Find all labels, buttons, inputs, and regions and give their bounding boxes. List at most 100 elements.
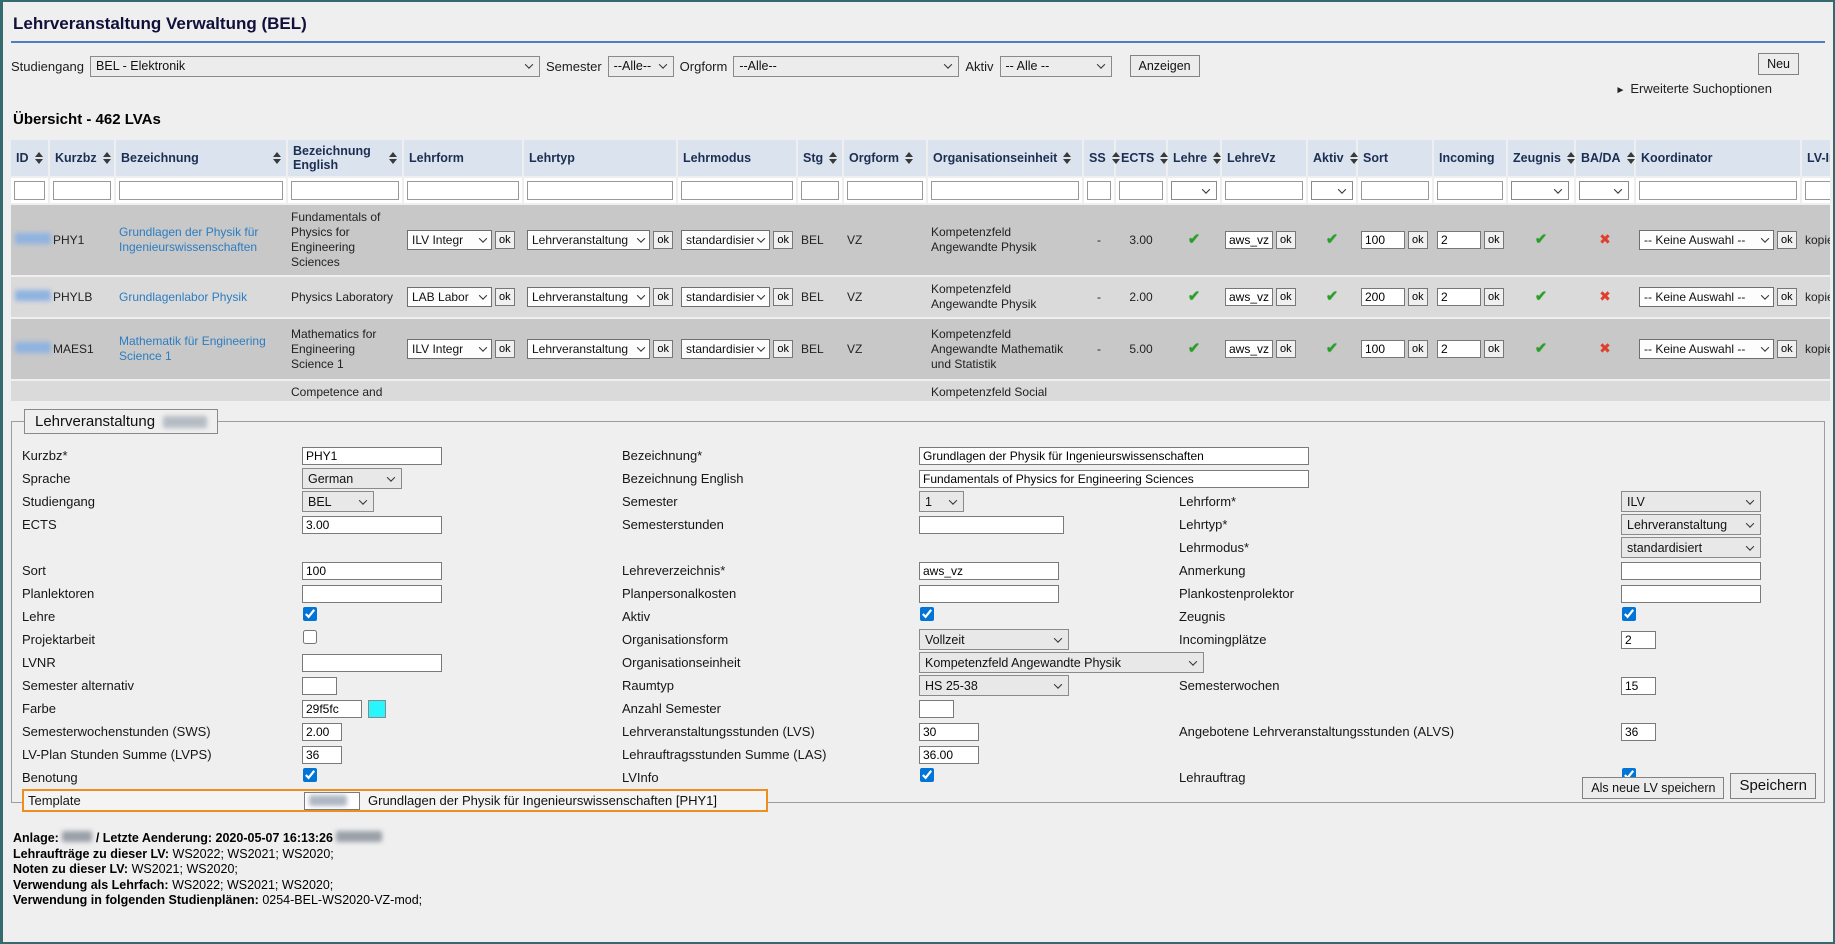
lehrmodus-select[interactable]: standardisiert <box>681 230 770 250</box>
filter-stg-input[interactable] <box>801 181 839 200</box>
aktiv-checkbox[interactable] <box>920 607 934 621</box>
lehrmodus-select[interactable]: standardisiert <box>681 287 770 307</box>
semesterwochen-input[interactable] <box>1621 677 1656 695</box>
filter-zeugnis-select[interactable] <box>1511 181 1569 200</box>
studiengang-select[interactable]: BEL <box>302 491 374 512</box>
aktiv-filter-select[interactable]: -- Alle -- <box>1000 56 1112 77</box>
filter-kurzbz-input[interactable] <box>53 181 111 200</box>
col-header-organisationseinheit[interactable]: Organisationseinheit <box>927 140 1083 177</box>
save-button[interactable]: Speichern <box>1730 773 1816 799</box>
ok-button[interactable]: ok <box>773 231 793 249</box>
ok-button[interactable]: ok <box>773 288 793 306</box>
col-header-lehre[interactable]: Lehre <box>1167 140 1221 177</box>
col-header-stg[interactable]: Stg <box>797 140 843 177</box>
ok-button[interactable]: ok <box>1777 340 1797 358</box>
save-as-new-button[interactable]: Als neue LV speichern <box>1582 777 1724 799</box>
col-header-ss[interactable]: SS <box>1083 140 1115 177</box>
lehreverzeichnis-input[interactable] <box>919 562 1059 580</box>
koordinator-select[interactable]: -- Keine Auswahl -- <box>1639 230 1774 250</box>
planpersonalkosten-input[interactable] <box>919 585 1059 603</box>
col-header-id[interactable]: ID <box>11 140 49 177</box>
lehrtyp-select[interactable]: Lehrveranstaltung <box>527 287 650 307</box>
ok-button[interactable]: ok <box>653 340 673 358</box>
filter-id-input[interactable] <box>14 181 45 200</box>
lehrform-select[interactable]: ILV Integr <box>407 339 492 359</box>
incoming-input[interactable] <box>1437 340 1481 358</box>
advanced-search-link[interactable]: ►Erweiterte Suchoptionen <box>11 81 1825 97</box>
sort-input[interactable] <box>1361 231 1405 249</box>
filter-koordinator-input[interactable] <box>1639 181 1797 200</box>
ok-button[interactable]: ok <box>1276 288 1296 306</box>
filter-ects-input[interactable] <box>1119 181 1163 200</box>
benotung-checkbox[interactable] <box>303 768 317 782</box>
kopieren-link[interactable]: kopieren <box>1805 233 1830 247</box>
ok-button[interactable]: ok <box>773 340 793 358</box>
anzeigen-button[interactable]: Anzeigen <box>1130 55 1200 77</box>
neu-button[interactable]: Neu <box>1758 53 1799 75</box>
kurzbz-input[interactable] <box>302 447 442 465</box>
filter-organisationseinheit-input[interactable] <box>931 181 1079 200</box>
color-swatch[interactable] <box>368 700 386 718</box>
col-header-orgform[interactable]: Orgform <box>843 140 927 177</box>
projektarbeit-checkbox[interactable] <box>303 630 317 644</box>
ok-button[interactable]: ok <box>1777 288 1797 306</box>
incoming-input[interactable] <box>1437 231 1481 249</box>
semester-select[interactable]: 1 <box>919 491 964 512</box>
bezeichnung-english-input[interactable] <box>919 470 1309 488</box>
filter-orgform-input[interactable] <box>847 181 923 200</box>
planlektoren-input[interactable] <box>302 585 442 603</box>
ok-button[interactable]: ok <box>1408 340 1428 358</box>
ok-button[interactable]: ok <box>1777 231 1797 249</box>
orgform-filter-select[interactable]: --Alle-- <box>733 56 959 77</box>
filter-lvinfo-input[interactable] <box>1805 181 1830 200</box>
lehrtyp-select[interactable]: Lehrveranstaltung <box>527 339 650 359</box>
ok-button[interactable]: ok <box>1408 288 1428 306</box>
lehrform-select[interactable]: ILV Integr <box>407 230 492 250</box>
lehre-checkbox[interactable] <box>303 607 317 621</box>
ok-button[interactable]: ok <box>653 231 673 249</box>
filter-lehrmodus-input[interactable] <box>681 181 793 200</box>
lvnr-input[interactable] <box>302 654 442 672</box>
anzahl-semester-input[interactable] <box>919 700 954 718</box>
col-header-kurzbz[interactable]: Kurzbz <box>49 140 115 177</box>
lehrmodus-select[interactable]: standardisiert <box>1621 537 1761 558</box>
lehrmodus-select[interactable]: standardisiert <box>681 339 770 359</box>
ects-input[interactable] <box>302 516 442 534</box>
lehrevz-input[interactable] <box>1225 231 1273 249</box>
filter-lehre-select[interactable] <box>1171 181 1217 200</box>
koordinator-select[interactable]: -- Keine Auswahl -- <box>1639 339 1774 359</box>
col-header-zeugnis[interactable]: Zeugnis <box>1507 140 1575 177</box>
sort-input[interactable] <box>1361 288 1405 306</box>
koordinator-select[interactable]: -- Keine Auswahl -- <box>1639 287 1774 307</box>
course-link[interactable]: Mathematik für Engineering Science 1 <box>119 334 266 363</box>
anmerkung-input[interactable] <box>1621 562 1761 580</box>
ok-button[interactable]: ok <box>1276 340 1296 358</box>
kopieren-link[interactable]: kopieren <box>1805 342 1830 356</box>
filter-lehrevz-input[interactable] <box>1225 181 1303 200</box>
lvs-input[interactable] <box>919 723 979 741</box>
lehrform-select[interactable]: ILV <box>1621 491 1761 512</box>
incomingplaetze-input[interactable] <box>1621 631 1656 649</box>
filter-bada-select[interactable] <box>1579 181 1629 200</box>
sprache-select[interactable]: German <box>302 468 402 489</box>
filter-sort-input[interactable] <box>1361 181 1429 200</box>
kopieren-link[interactable]: kopieren <box>1805 290 1830 304</box>
ok-button[interactable]: ok <box>495 288 515 306</box>
filter-bezeichnung-input[interactable] <box>119 181 283 200</box>
ok-button[interactable]: ok <box>1276 231 1296 249</box>
semesterstunden-input[interactable] <box>919 516 1064 534</box>
plankostenprolektor-input[interactable] <box>1621 585 1761 603</box>
filter-lehrtyp-input[interactable] <box>527 181 673 200</box>
bezeichnung-input[interactable] <box>919 447 1309 465</box>
zeugnis-checkbox[interactable] <box>1622 607 1636 621</box>
lehrtyp-select[interactable]: Lehrveranstaltung <box>527 230 650 250</box>
organisationseinheit-select[interactable]: Kompetenzfeld Angewandte Physik <box>919 652 1204 673</box>
course-link[interactable]: Grundlagenlabor Physik <box>119 290 247 304</box>
col-header-bezeichnung[interactable]: Bezeichnung <box>115 140 287 177</box>
incoming-input[interactable] <box>1437 288 1481 306</box>
lehrevz-input[interactable] <box>1225 288 1273 306</box>
filter-ss-input[interactable] <box>1087 181 1111 200</box>
ok-button[interactable]: ok <box>1484 231 1504 249</box>
col-header-bezeichnung-english[interactable]: Bezeichnung English <box>287 140 403 177</box>
filter-incoming-input[interactable] <box>1437 181 1503 200</box>
